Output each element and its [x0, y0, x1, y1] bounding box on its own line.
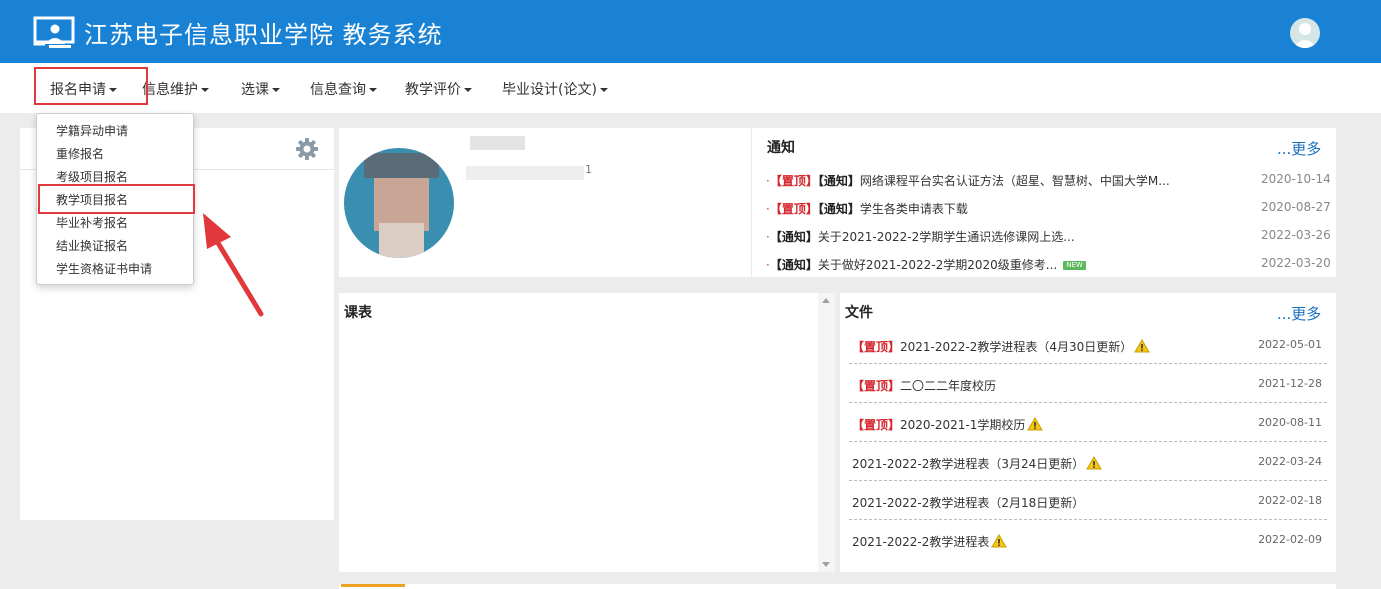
- warning-icon: [991, 534, 1008, 548]
- menu-item-retake-registration[interactable]: 重修报名: [56, 145, 104, 162]
- user-photo: [344, 148, 454, 258]
- notice-date: 2020-08-27: [1261, 200, 1331, 214]
- main-navbar: 报名申请 信息维护 选课 信息查询 教学评价 毕业设计(论文): [0, 63, 1381, 113]
- menu-item-exam-level-registration[interactable]: 考级项目报名: [56, 168, 128, 185]
- nav-item-info-maintenance[interactable]: 信息维护: [142, 79, 209, 99]
- caret-down-icon: [599, 88, 608, 92]
- file-row[interactable]: 【置顶】2021-2022-2教学进程表（4月30日更新） 2022-05-01: [849, 325, 1327, 364]
- user-name-blurred: [470, 136, 525, 150]
- notice-row[interactable]: · 【置顶】【通知】学生各类申请表下载: [766, 200, 968, 217]
- scroll-down-icon[interactable]: [822, 562, 830, 567]
- app-title: 江苏电子信息职业学院 教务系统: [84, 21, 443, 49]
- gear-icon[interactable]: [295, 137, 319, 161]
- notice-more-link[interactable]: ...更多: [1277, 138, 1321, 159]
- highlight-box-menu-item: [38, 184, 195, 214]
- warning-icon: [1086, 456, 1103, 470]
- profile-card: 1: [339, 128, 751, 277]
- schedule-title: 课表: [344, 305, 372, 321]
- app-header: 江苏电子信息职业学院 教务系统: [0, 0, 1381, 63]
- notice-date: 2020-10-14: [1261, 172, 1331, 186]
- notice-row[interactable]: · 【通知】关于2021-2022-2学期学生通识选修课网上选...: [766, 228, 1075, 245]
- notice-title: 通知: [767, 140, 795, 156]
- menu-item-certificate-exchange[interactable]: 结业换证报名: [56, 237, 128, 254]
- file-row[interactable]: 【置顶】二〇二二年度校历 2021-12-28: [849, 364, 1327, 403]
- caret-down-icon: [272, 88, 280, 92]
- user-id-suffix: 1: [585, 163, 592, 176]
- new-badge: NEW: [1063, 261, 1086, 270]
- caret-down-icon: [369, 88, 377, 92]
- scrollbar[interactable]: [818, 293, 835, 572]
- nav-item-graduation-design[interactable]: 毕业设计(论文): [502, 79, 608, 99]
- warning-icon: [1027, 417, 1044, 431]
- file-row[interactable]: 2021-2022-2教学进程表（2月18日更新） 2022-02-18: [849, 481, 1327, 520]
- file-row[interactable]: 2021-2022-2教学进程表（3月24日更新） 2022-03-24: [849, 442, 1327, 481]
- file-row[interactable]: 【置顶】2020-2021-1学期校历 2020-08-11: [849, 403, 1327, 442]
- next-panel-edge: [339, 584, 1336, 589]
- nav-item-info-query[interactable]: 信息查询: [310, 79, 377, 99]
- notice-date: 2022-03-26: [1261, 228, 1331, 242]
- red-arrow-annotation: [203, 213, 264, 317]
- caret-down-icon: [464, 88, 472, 92]
- user-id-blurred: [466, 166, 584, 180]
- notice-row[interactable]: · 【置顶】【通知】网络课程平台实名认证方法（超星、智慧树、中国大学M...: [766, 172, 1170, 189]
- files-title: 文件: [845, 305, 873, 321]
- menu-item-status-change[interactable]: 学籍异动申请: [56, 122, 128, 139]
- caret-down-icon: [201, 88, 209, 92]
- menu-item-qualification-certificate[interactable]: 学生资格证书申请: [56, 260, 152, 277]
- file-row[interactable]: 2021-2022-2教学进程表 2022-02-09: [849, 520, 1327, 559]
- schedule-panel: 课表: [339, 293, 818, 572]
- user-avatar-icon[interactable]: [1290, 18, 1320, 48]
- highlight-box-nav: [34, 67, 148, 105]
- nav-item-course-selection[interactable]: 选课: [241, 79, 280, 99]
- monitor-person-logo-icon: [33, 16, 75, 48]
- warning-icon: [1134, 339, 1151, 353]
- nav-item-teaching-evaluation[interactable]: 教学评价: [405, 79, 472, 99]
- scroll-up-icon[interactable]: [822, 298, 830, 303]
- menu-item-makeup-exam-registration[interactable]: 毕业补考报名: [56, 214, 128, 231]
- files-more-link[interactable]: ...更多: [1277, 303, 1321, 324]
- notice-row[interactable]: · 【通知】关于做好2021-2022-2学期2020级重修考... NEW: [766, 256, 1086, 273]
- notice-date: 2022-03-20: [1261, 256, 1331, 270]
